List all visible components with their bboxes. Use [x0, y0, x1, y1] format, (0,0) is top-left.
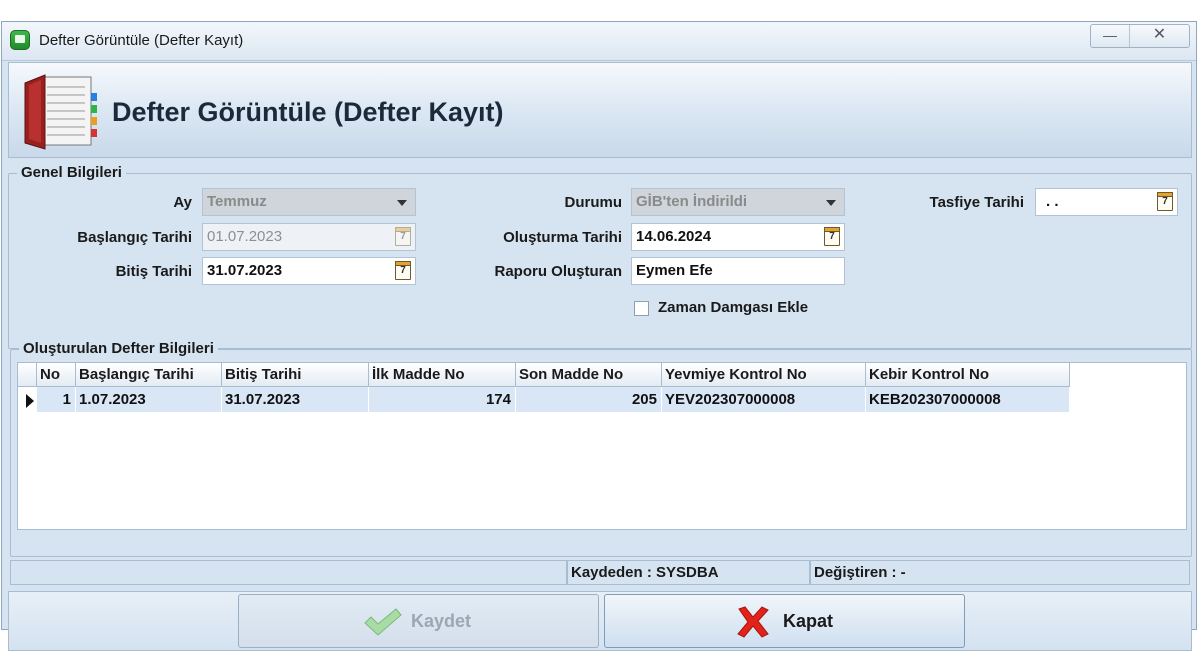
- app-icon: [10, 30, 30, 50]
- close-button[interactable]: Kapat: [604, 594, 965, 648]
- window-title: Defter Görüntüle (Defter Kayıt): [39, 32, 244, 49]
- table-cell-son-madde[interactable]: 205: [516, 387, 662, 412]
- chevron-down-icon: [826, 200, 836, 206]
- table-cell-kebir[interactable]: KEB202307000008: [866, 387, 1070, 412]
- save-button[interactable]: Kaydet: [238, 594, 599, 648]
- button-bar: [8, 591, 1192, 651]
- close-window-button[interactable]: ✕: [1130, 25, 1189, 47]
- column-header-baslangic[interactable]: Başlangıç Tarihi: [76, 363, 222, 387]
- checkmark-icon: [364, 608, 402, 636]
- column-header-kebir[interactable]: Kebir Kontrol No: [866, 363, 1070, 387]
- books-legend: Oluşturulan Defter Bilgileri: [19, 340, 218, 357]
- olusturma-label: Oluşturma Tarihi: [503, 229, 622, 246]
- baslangic-label: Başlangıç Tarihi: [77, 229, 192, 246]
- tasfiye-value: . .: [1046, 193, 1059, 210]
- books-table: No Başlangıç Tarihi Bitiş Tarihi İlk Mad…: [17, 362, 1187, 530]
- ay-combobox[interactable]: Temmuz: [202, 188, 416, 216]
- ay-label: Ay: [173, 194, 192, 211]
- page-title: Defter Görüntüle (Defter Kayıt): [112, 97, 504, 127]
- chevron-down-icon: [397, 200, 407, 206]
- bitis-date-field[interactable]: 31.07.2023 7: [202, 257, 416, 285]
- title-bar: Defter Görüntüle (Defter Kayıt) — ✕: [2, 22, 1196, 61]
- general-info-legend: Genel Bilgileri: [17, 164, 126, 181]
- table-cell-baslangic[interactable]: 1.07.2023: [76, 387, 222, 412]
- table-cell-yevmiye[interactable]: YEV202307000008: [662, 387, 866, 412]
- table-cell-bitis[interactable]: 31.07.2023: [222, 387, 369, 412]
- raporu-field[interactable]: Eymen Efe: [631, 257, 845, 285]
- status-kaydeden: Kaydeden : SYSDBA: [567, 560, 810, 585]
- minimize-button[interactable]: —: [1091, 25, 1130, 47]
- status-degistiren: Değiştiren : -: [810, 560, 1190, 585]
- olusturma-date-field[interactable]: 14.06.2024 7: [631, 223, 845, 251]
- tasfiye-label: Tasfiye Tarihi: [929, 194, 1024, 211]
- save-button-label: Kaydet: [411, 611, 472, 631]
- column-header-bitis[interactable]: Bitiş Tarihi: [222, 363, 369, 387]
- baslangic-date-field[interactable]: 01.07.2023 7: [202, 223, 416, 251]
- raporu-label: Raporu Oluşturan: [494, 263, 622, 280]
- olusturma-value: 14.06.2024: [636, 228, 712, 245]
- bitis-label: Bitiş Tarihi: [115, 263, 192, 280]
- dialog-window: Defter Görüntüle (Defter Kayıt) — ✕ Deft…: [1, 21, 1197, 651]
- column-header-son-madde[interactable]: Son Madde No: [516, 363, 662, 387]
- bitis-value: 31.07.2023: [207, 262, 283, 279]
- header-panel: Defter Görüntüle (Defter Kayıt): [8, 62, 1192, 158]
- column-header-no[interactable]: No: [37, 363, 76, 387]
- ay-value: Temmuz: [207, 193, 267, 210]
- zaman-damgasi-checkbox[interactable]: [634, 301, 649, 316]
- calendar-icon[interactable]: 7: [395, 261, 411, 280]
- ledger-book-icon: [24, 74, 97, 150]
- zaman-damgasi-label: Zaman Damgası Ekle: [658, 299, 809, 316]
- baslangic-value: 01.07.2023: [207, 228, 283, 245]
- column-header-ilk-madde[interactable]: İlk Madde No: [369, 363, 516, 387]
- raporu-value: Eymen Efe: [636, 262, 713, 279]
- calendar-icon: 7: [395, 227, 411, 246]
- window-buttons: — ✕: [1090, 24, 1190, 48]
- column-header-yevmiye[interactable]: Yevmiye Kontrol No: [662, 363, 866, 387]
- calendar-icon[interactable]: 7: [1157, 192, 1173, 211]
- close-x-icon: [737, 606, 769, 638]
- close-button-label: Kapat: [783, 611, 834, 631]
- tasfiye-date-field[interactable]: . . 7: [1035, 188, 1178, 216]
- column-header-indicator: [18, 363, 37, 387]
- current-row-indicator-icon: [26, 394, 34, 408]
- table-cell-ilk-madde[interactable]: 174: [369, 387, 516, 412]
- durumu-label: Durumu: [564, 194, 623, 211]
- table-cell-no[interactable]: 1: [37, 387, 76, 412]
- durumu-value: GİB'ten İndirildi: [636, 193, 748, 210]
- calendar-icon[interactable]: 7: [824, 227, 840, 246]
- durumu-combobox[interactable]: GİB'ten İndirildi: [631, 188, 845, 216]
- status-empty-panel: [10, 560, 567, 585]
